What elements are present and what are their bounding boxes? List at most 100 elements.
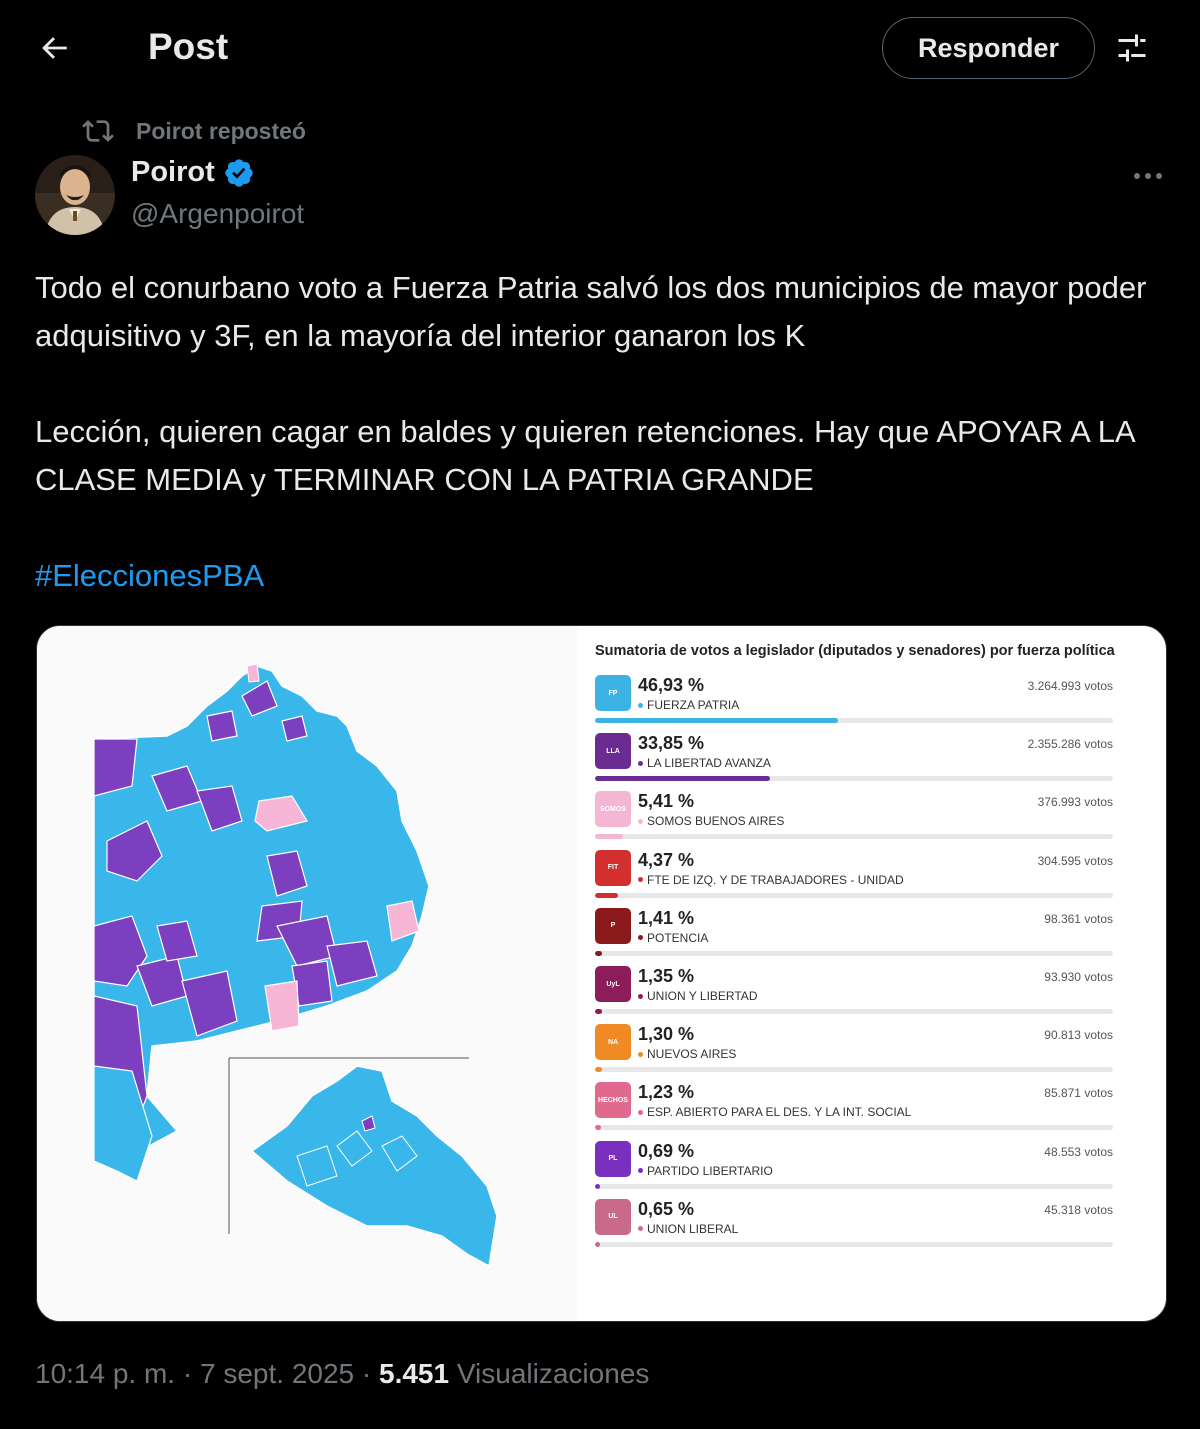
party-color-dot bbox=[638, 1226, 643, 1232]
party-color-dot bbox=[638, 1051, 643, 1057]
party-logo-icon: SOMOS bbox=[595, 791, 631, 828]
separator: · bbox=[175, 1358, 200, 1389]
party-votes: 376.993 votos bbox=[1037, 795, 1113, 810]
hashtag-link[interactable]: #EleccionesPBA bbox=[35, 558, 264, 593]
party-bar bbox=[595, 1125, 602, 1131]
separator: · bbox=[354, 1358, 379, 1389]
repost-icon bbox=[82, 114, 116, 148]
party-logo-icon: LLA bbox=[595, 733, 631, 770]
tweet-time[interactable]: 10:14 p. m. bbox=[35, 1358, 175, 1390]
party-color-dot bbox=[638, 1109, 643, 1115]
chart-title: Sumatoria de votos a legislador (diputad… bbox=[595, 643, 1115, 659]
party-percentage: 33,85 % bbox=[638, 733, 705, 754]
party-percentage: 4,37 % bbox=[638, 849, 695, 870]
party-bar-track bbox=[595, 1183, 1113, 1189]
tweet-media-image[interactable]: Sumatoria de votos a legislador (diputad… bbox=[36, 625, 1167, 1322]
party-name: SOMOS BUENOS AIRES bbox=[638, 814, 784, 828]
party-name-text: PARTIDO LIBERTARIO bbox=[647, 1163, 773, 1178]
party-bar bbox=[595, 1241, 601, 1247]
party-bar bbox=[595, 1067, 602, 1073]
party-row: UyL 1,35 % UNION Y LIBERTAD 93.930 votos bbox=[595, 964, 1113, 1016]
party-votes: 90.813 votos bbox=[1044, 1028, 1113, 1043]
party-votes: 85.871 votos bbox=[1044, 1086, 1113, 1101]
election-map bbox=[37, 626, 577, 1321]
party-bar-track bbox=[595, 718, 1113, 723]
party-logo-icon: HECHOS bbox=[595, 1082, 631, 1119]
tweet-meta: 10:14 p. m. · 7 sept. 2025 · 5.451 Visua… bbox=[35, 1358, 649, 1390]
party-name-text: FUERZA PATRIA bbox=[647, 698, 740, 712]
party-votes: 98.361 votos bbox=[1044, 911, 1113, 926]
party-percentage: 5,41 % bbox=[638, 791, 695, 812]
party-name-text: NUEVOS AIRES bbox=[647, 1047, 737, 1062]
party-votes: 93.930 votos bbox=[1044, 970, 1113, 984]
party-percentage: 1,41 % bbox=[638, 907, 695, 928]
party-row: PL 0,69 % PARTIDO LIBERTARIO 48.553 votos bbox=[595, 1139, 1113, 1191]
party-bar-track bbox=[595, 892, 1113, 898]
tweet-paragraph-2: Lección, quieren cagar en baldes y quier… bbox=[35, 414, 1134, 497]
party-bar-track bbox=[595, 1009, 1113, 1014]
party-percentage: 0,65 % bbox=[638, 1198, 695, 1219]
party-bar-track bbox=[595, 1067, 1113, 1073]
party-name: FUERZA PATRIA bbox=[638, 698, 739, 712]
settings-button[interactable] bbox=[1110, 26, 1154, 70]
reply-button[interactable]: Responder bbox=[882, 17, 1095, 79]
repost-text: Poirot reposteó bbox=[136, 117, 306, 144]
party-row: UL 0,65 % UNION LIBERAL 45.318 votos bbox=[595, 1197, 1113, 1249]
party-bar-track bbox=[595, 834, 1113, 840]
tweet-date[interactable]: 7 sept. 2025 bbox=[200, 1358, 354, 1390]
party-name: UNION Y LIBERTAD bbox=[638, 989, 757, 1003]
party-votes: 304.595 votos bbox=[1037, 853, 1113, 868]
party-bar-track bbox=[595, 776, 1113, 782]
party-row: HECHOS 1,23 % ESP. ABIERTO PARA EL DES. Y … bbox=[595, 1080, 1113, 1132]
party-logo-icon: FIT bbox=[595, 849, 631, 886]
party-name-text: SOMOS BUENOS AIRES bbox=[647, 814, 785, 829]
party-logo-icon: PL bbox=[595, 1140, 631, 1177]
tweet-text: Todo el conurbano voto a Fuerza Patria s… bbox=[35, 264, 1155, 600]
party-votes: 48.553 votos bbox=[1044, 1144, 1113, 1159]
party-logo-icon: NA bbox=[595, 1024, 631, 1061]
author-name[interactable]: Poirot bbox=[131, 156, 255, 189]
more-options-button[interactable] bbox=[1126, 160, 1170, 192]
party-color-dot bbox=[638, 760, 643, 766]
party-bar bbox=[595, 892, 618, 898]
views-label: Visualizaciones bbox=[449, 1358, 650, 1389]
party-name: PARTIDO LIBERTARIO bbox=[638, 1164, 773, 1178]
party-name: POTENCIA bbox=[638, 931, 708, 945]
party-name-text: ESP. ABIERTO PARA EL DES. Y LA INT. SOCI… bbox=[647, 1105, 912, 1120]
more-dots-icon bbox=[1134, 173, 1162, 179]
party-bar bbox=[595, 834, 624, 840]
party-logo-icon: UyL bbox=[595, 966, 631, 1002]
party-name: ESP. ABIERTO PARA EL DES. Y LA INT. SOCI… bbox=[638, 1105, 911, 1119]
party-color-dot bbox=[638, 818, 643, 824]
party-color-dot bbox=[638, 877, 643, 883]
party-name: LA LIBERTAD AVANZA bbox=[638, 756, 771, 770]
party-color-dot bbox=[638, 702, 643, 708]
party-votes: 45.318 votos bbox=[1044, 1202, 1113, 1217]
party-bar bbox=[595, 1183, 601, 1189]
party-row: NA 1,30 % NUEVOS AIRES 90.813 votos bbox=[595, 1022, 1113, 1074]
party-color-dot bbox=[638, 993, 643, 999]
party-row: FP 46,93 % FUERZA PATRIA 3.264.993 votos bbox=[595, 673, 1113, 725]
party-row: P 1,41 % POTENCIA 98.361 votos bbox=[595, 906, 1113, 958]
party-bar-track bbox=[595, 950, 1113, 956]
party-votes: 3.264.993 votos bbox=[1027, 679, 1113, 693]
party-name: UNION LIBERAL bbox=[638, 1222, 738, 1236]
party-bar bbox=[595, 1009, 602, 1014]
party-name-text: FTE DE IZQ. Y DE TRABAJADORES - UNIDAD bbox=[647, 872, 904, 887]
page-title: Post bbox=[148, 26, 229, 67]
party-name-text: LA LIBERTAD AVANZA bbox=[647, 756, 771, 771]
party-percentage: 46,93 % bbox=[638, 675, 705, 695]
party-votes: 2.355.286 votos bbox=[1027, 737, 1113, 752]
avatar[interactable] bbox=[35, 155, 115, 235]
party-color-dot bbox=[638, 935, 643, 941]
party-logo-icon: FP bbox=[595, 675, 631, 711]
buenos-aires-province-map bbox=[93, 663, 498, 1268]
party-name: NUEVOS AIRES bbox=[638, 1047, 736, 1061]
party-name-text: UNION Y LIBERTAD bbox=[647, 989, 758, 1003]
party-name: FTE DE IZQ. Y DE TRABAJADORES - UNIDAD bbox=[638, 873, 904, 887]
author-handle[interactable]: @Argenpoirot bbox=[131, 198, 304, 230]
top-bar: Post Responder bbox=[0, 0, 1200, 96]
repost-indicator[interactable]: Poirot reposteó bbox=[82, 114, 306, 148]
verified-badge-icon[interactable] bbox=[223, 157, 255, 189]
back-button[interactable] bbox=[26, 22, 82, 74]
